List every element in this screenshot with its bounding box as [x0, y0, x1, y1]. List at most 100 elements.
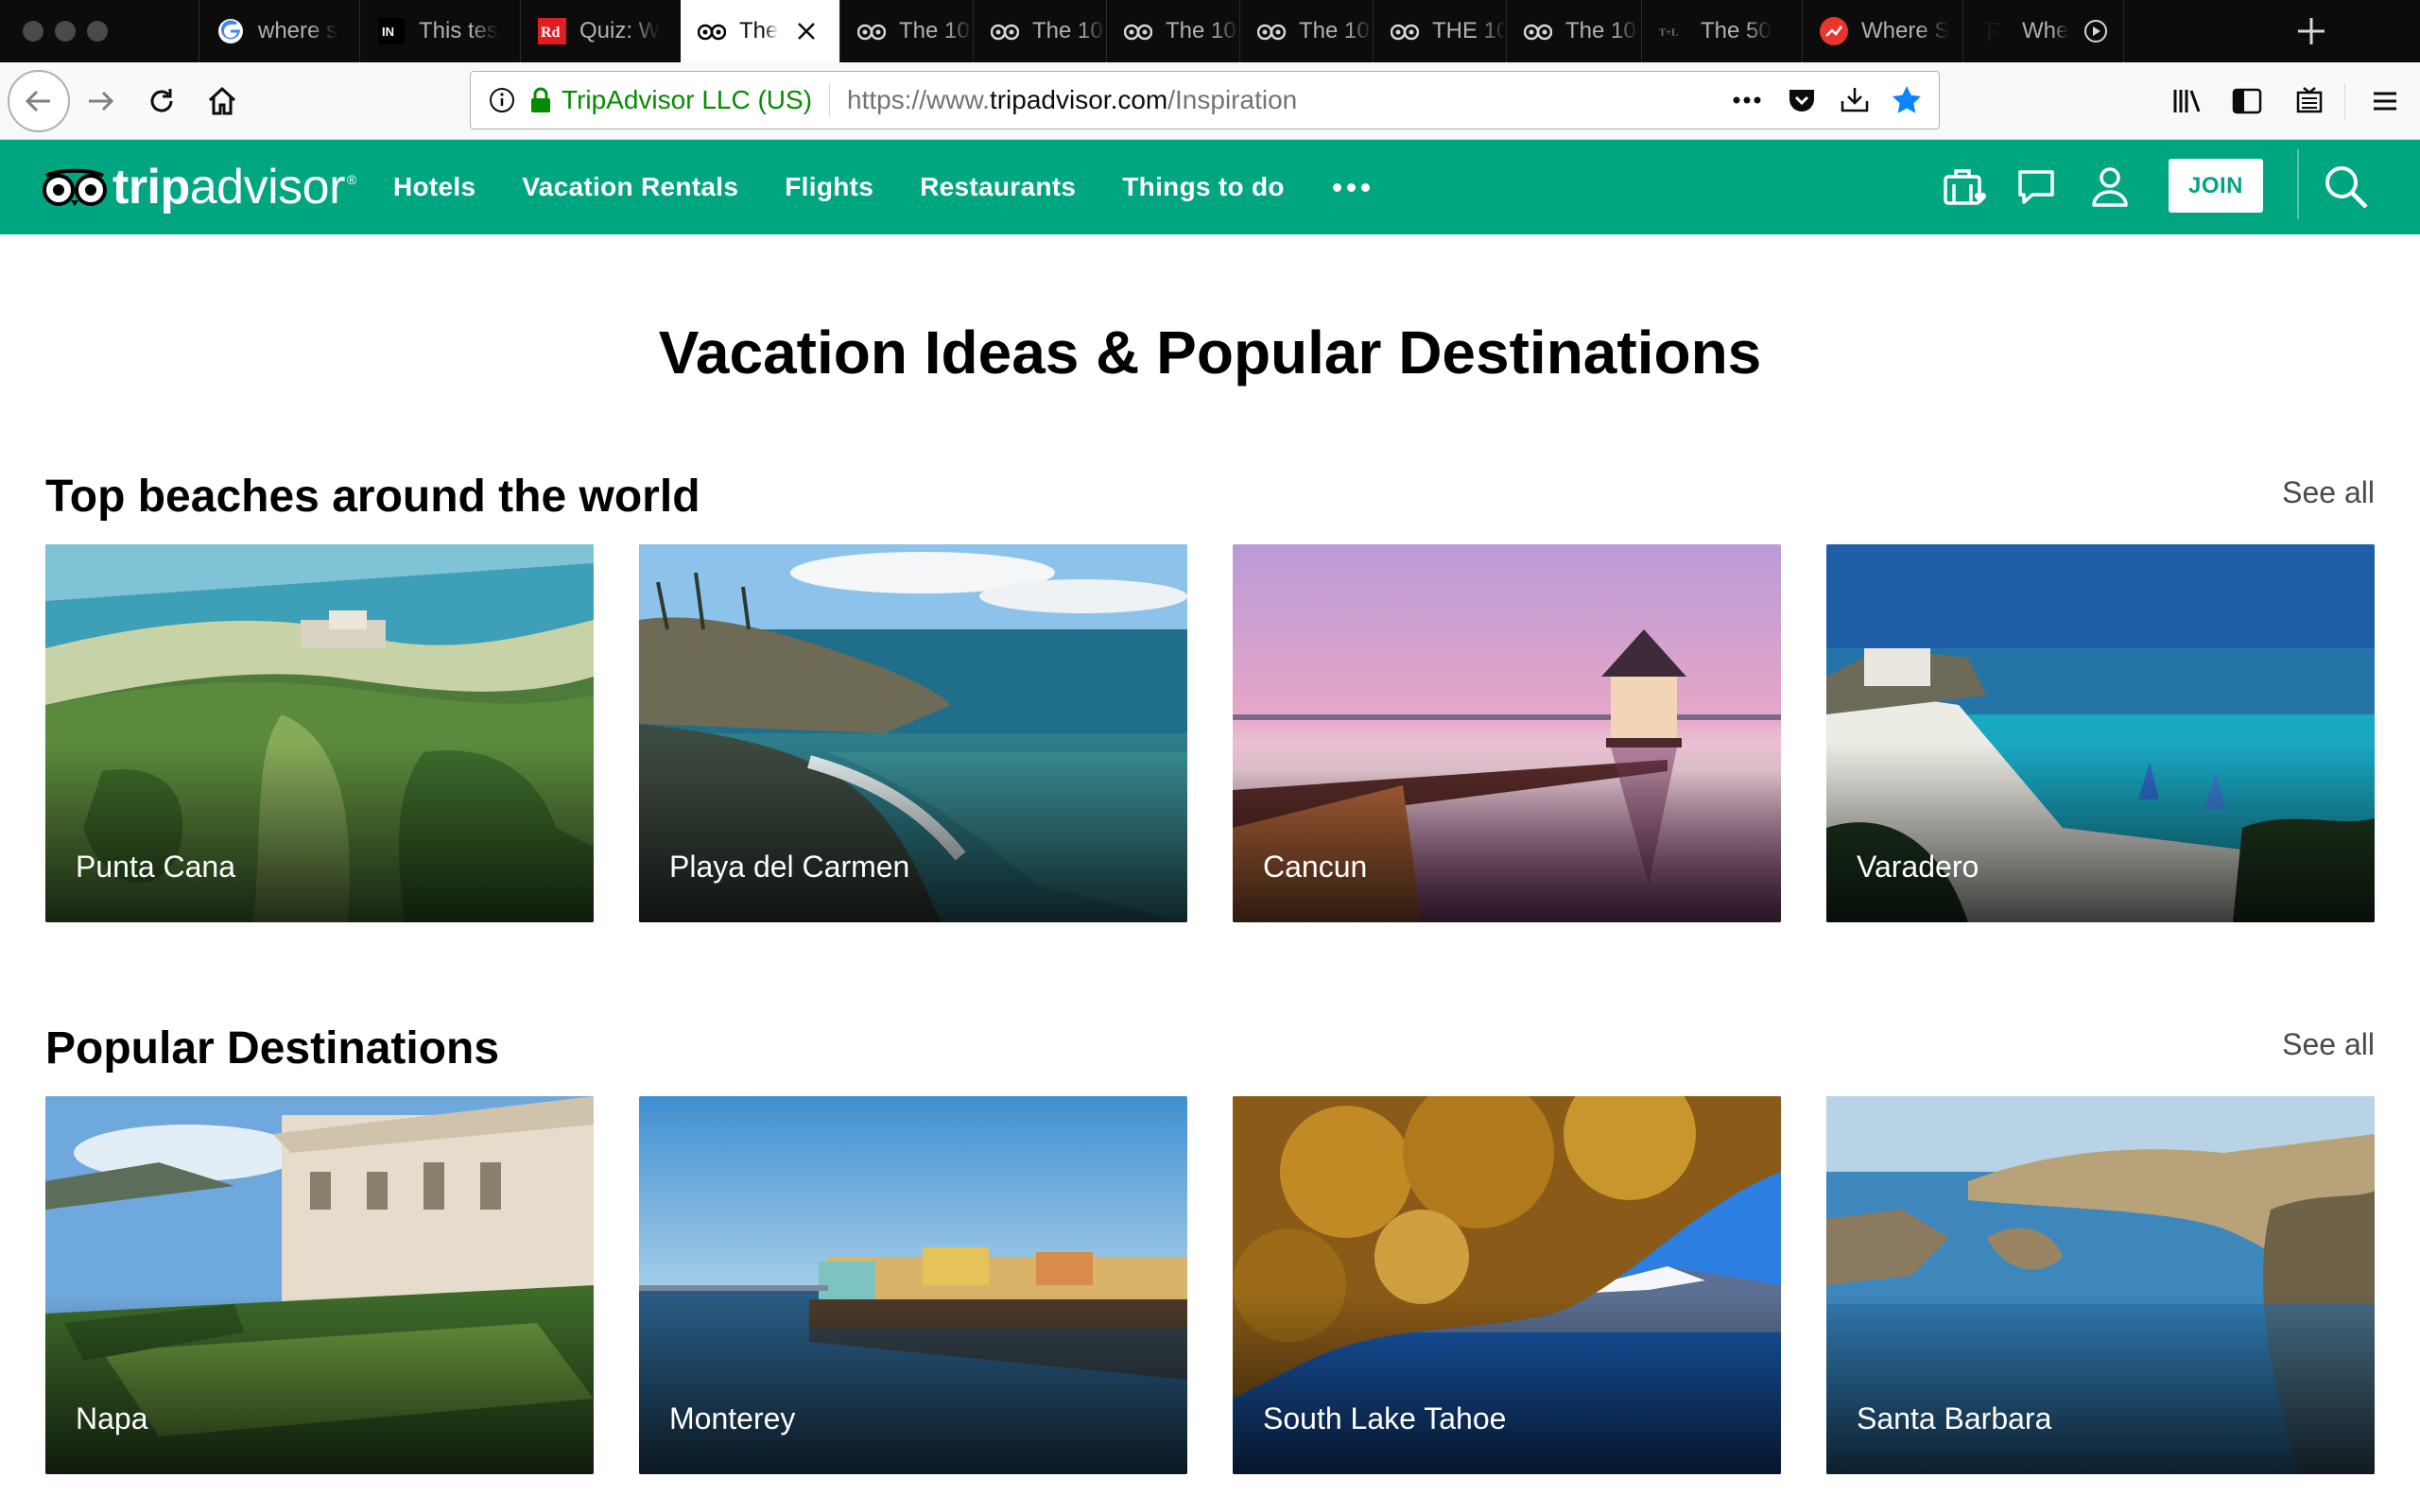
join-button[interactable]: JOIN [2169, 159, 2263, 213]
tripadvisor-owl-icon [991, 17, 1019, 45]
inbox-button[interactable] [2010, 161, 2063, 214]
browser-tab[interactable]: Rd Quiz: W [520, 0, 681, 62]
tripadvisor-logo[interactable]: tripadvisor ® [43, 159, 356, 215]
close-tab-icon[interactable] [792, 17, 821, 45]
tab-title: The [739, 18, 779, 43]
search-button[interactable] [2320, 161, 2373, 214]
tab-title: The 10 E [1166, 18, 1239, 43]
destination-card-cancun[interactable]: Cancun [1233, 544, 1781, 922]
pocket-list-icon [2296, 87, 2323, 113]
card-title: Santa Barbara [1857, 1401, 2052, 1435]
trips-button[interactable] [1940, 161, 1993, 214]
home-icon [208, 86, 236, 115]
see-all-beaches-link[interactable]: See all [2282, 475, 2375, 510]
tripadvisor-owl-icon [857, 17, 886, 45]
tab-title: THE 10 E [1432, 18, 1506, 43]
toolbar-divider [2344, 83, 2345, 119]
url-bar[interactable]: TripAdvisor LLC (US) https://www.tripadv… [470, 71, 1940, 129]
nav-vacation-rentals[interactable]: Vacation Rentals [522, 172, 738, 202]
navigation-toolbar: TripAdvisor LLC (US) https://www.tripadv… [0, 62, 2420, 140]
lock-icon [531, 87, 550, 112]
site-header: tripadvisor ® Hotels Vacation Rentals Fl… [0, 140, 2420, 234]
library-icon [2173, 90, 2201, 112]
pocket-list-button[interactable] [2288, 79, 2331, 123]
reload-button[interactable] [140, 79, 183, 123]
trips-suitcase-icon [1944, 169, 1987, 205]
destination-card-playa-del-carmen[interactable]: Playa del Carmen [639, 544, 1187, 922]
tripadvisor-owl-icon [698, 17, 726, 45]
nav-things-to-do[interactable]: Things to do [1122, 172, 1285, 202]
browser-tab-active[interactable]: The [681, 0, 839, 62]
screenshot-icon[interactable] [1839, 84, 1871, 116]
destination-card-south-lake-tahoe[interactable]: South Lake Tahoe [1233, 1096, 1781, 1474]
home-button[interactable] [200, 79, 244, 123]
card-title: Napa [76, 1401, 148, 1435]
browser-tab[interactable]: IN This tes [359, 0, 520, 62]
search-icon [2325, 166, 2368, 209]
browser-tab[interactable]: Where S [1802, 0, 1962, 62]
svg-text:F: F [1985, 18, 2000, 45]
back-button[interactable] [8, 70, 70, 132]
card-gradient [639, 743, 1187, 922]
f-icon: F [1980, 17, 2009, 45]
window-minimize-dot[interactable] [55, 21, 76, 42]
tripadvisor-owl-icon [43, 168, 107, 206]
profile-button[interactable] [2083, 161, 2136, 214]
tab-title: Where S [1861, 18, 1950, 43]
nav-restaurants[interactable]: Restaurants [920, 172, 1076, 202]
card-title: South Lake Tahoe [1263, 1401, 1507, 1435]
browser-tab[interactable]: The 10 E [1506, 0, 1639, 62]
more-nav-icon[interactable] [1332, 182, 1370, 192]
destination-card-varadero[interactable]: Varadero [1826, 544, 2375, 922]
nav-flights[interactable]: Flights [785, 172, 873, 202]
tripadvisor-owl-icon [1524, 17, 1552, 45]
browser-tab[interactable]: F Whe [1962, 0, 2123, 62]
site-identity[interactable]: TripAdvisor LLC (US) [562, 85, 812, 115]
browser-tab[interactable]: The 10 E [973, 0, 1106, 62]
page-actions-icon[interactable] [1731, 94, 1763, 106]
svg-text:Rd: Rd [541, 25, 561, 41]
tab-title: The 10 E [899, 18, 973, 43]
new-tab-icon[interactable] [2290, 10, 2332, 52]
pocket-icon[interactable] [1786, 84, 1818, 116]
reload-icon [150, 89, 173, 112]
nav-hotels[interactable]: Hotels [393, 172, 475, 202]
card-gradient [1233, 1295, 1781, 1474]
browser-tab[interactable]: The 10 E [1239, 0, 1373, 62]
svg-text:T+L: T+L [1659, 27, 1678, 38]
browser-tab[interactable]: T+L The 50 [1641, 0, 1802, 62]
section-title-popular: Popular Destinations [45, 1023, 500, 1074]
card-gradient [45, 1295, 594, 1474]
sidebar-button[interactable] [2225, 79, 2269, 123]
forward-button[interactable] [79, 79, 123, 123]
info-icon[interactable] [488, 86, 516, 114]
menu-button[interactable] [2363, 79, 2407, 123]
window-zoom-dot[interactable] [87, 21, 108, 42]
destination-card-santa-barbara[interactable]: Santa Barbara [1826, 1096, 2375, 1474]
sidebar-icon [2232, 88, 2262, 114]
card-gradient [1826, 743, 2375, 922]
bookmark-star-icon[interactable] [1890, 83, 1924, 117]
browser-tab[interactable]: where s [199, 0, 359, 62]
card-gradient [1826, 1295, 2375, 1474]
card-title: Playa del Carmen [669, 850, 910, 884]
destination-card-monterey[interactable]: Monterey [639, 1096, 1187, 1474]
browser-tab[interactable]: THE 10 E [1373, 0, 1506, 62]
tab-title: The 10 E [1032, 18, 1106, 43]
readers-digest-icon: Rd [538, 17, 566, 45]
library-button[interactable] [2165, 79, 2208, 123]
browser-tab[interactable]: The 10 E [839, 0, 973, 62]
url-text[interactable]: https://www.tripadvisor.com/Inspiration [847, 85, 1297, 115]
svg-text:IN: IN [382, 25, 394, 39]
destination-card-punta-cana[interactable]: Punta Cana [45, 544, 594, 922]
tripadvisor-owl-icon [1391, 17, 1419, 45]
window-close-dot[interactable] [23, 21, 43, 42]
destination-card-napa[interactable]: Napa [45, 1096, 594, 1474]
user-icon [2092, 167, 2128, 207]
logo-wordmark: tripadvisor [112, 160, 345, 215]
tab-title: where s [258, 18, 338, 43]
see-all-popular-link[interactable]: See all [2282, 1027, 2375, 1062]
tab-title: The 10 E [1299, 18, 1373, 43]
browser-tab[interactable]: The 10 E [1106, 0, 1239, 62]
media-playing-icon[interactable] [2083, 19, 2108, 43]
